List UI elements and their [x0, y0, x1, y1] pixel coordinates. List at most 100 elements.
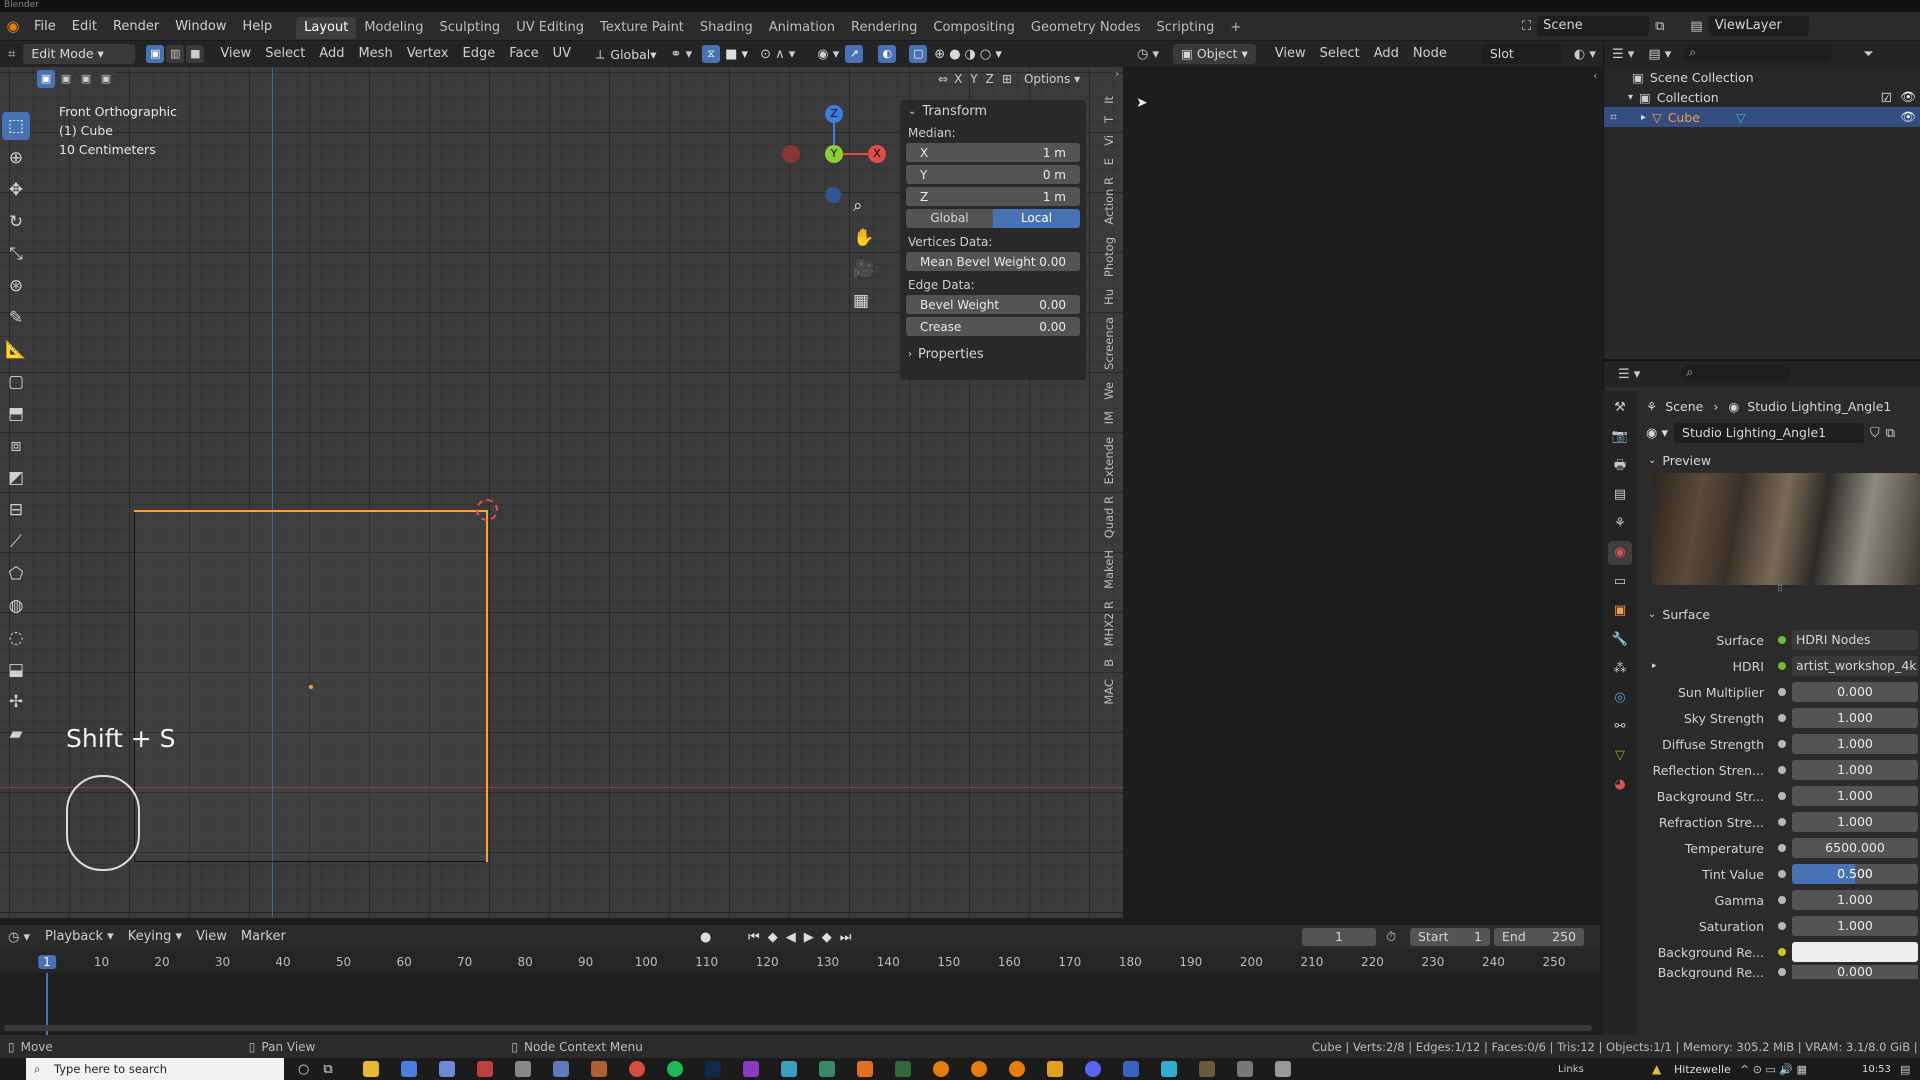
transform-panel-header[interactable]: ⌄ Transform [900, 100, 1086, 122]
pivot-icon[interactable]: ⚭ ▾ [671, 47, 693, 62]
app-icon[interactable] [856, 1061, 873, 1077]
node-menu-node[interactable]: Node [1406, 41, 1454, 67]
collection-props-icon[interactable]: ▭ [1608, 570, 1632, 594]
duplicate-icon[interactable]: ⧉ [1886, 426, 1895, 441]
sidetab-edit[interactable]: E [1102, 152, 1116, 171]
prop-value-field[interactable]: 0.000 [1792, 682, 1918, 702]
constraint-props-icon[interactable]: ⚯ [1608, 715, 1632, 739]
editor-type-icon[interactable]: ⌗ [0, 47, 23, 62]
visibility-icon[interactable]: ◉ ▾ [817, 47, 839, 62]
outliner-collection[interactable]: ▾ ▣ Collection ☑ 👁 [1604, 87, 1920, 107]
prop-value-field[interactable]: 1.000 [1792, 916, 1918, 936]
task-view-icon[interactable]: ⧉ [323, 1062, 332, 1077]
properties-editor-icon[interactable]: ☰ ▾ [1618, 367, 1640, 382]
timeline-scrollbar[interactable] [4, 1025, 1592, 1031]
sidetab-im[interactable]: IM [1102, 405, 1116, 430]
prop-value-field[interactable]: 1.000 [1792, 760, 1918, 780]
gizmo-toggle-icon[interactable]: ↗ [845, 45, 864, 63]
transform-tool-icon[interactable]: ⊛ [2, 272, 30, 300]
proportional-edit-icon[interactable]: ⊙ ∧ ▾ [760, 47, 795, 62]
record-icon[interactable]: ● [700, 930, 711, 945]
sidetab-photog[interactable]: Photog [1102, 231, 1116, 283]
gizmo-y-icon[interactable]: Y [825, 145, 843, 163]
app-icon[interactable] [742, 1061, 759, 1077]
material-props-icon[interactable]: ◕ [1608, 773, 1632, 797]
prop-value-field[interactable]: 1.000 [1792, 734, 1918, 754]
prop-value-field[interactable]: 1.000 [1792, 812, 1918, 832]
camera-icon[interactable]: 🎥 [853, 259, 874, 279]
knife-tool-icon[interactable]: ⟋ [2, 528, 30, 556]
outliner-scene-collection[interactable]: ▣ Scene Collection [1604, 67, 1920, 87]
filter-icon[interactable]: ⏷ [1863, 47, 1873, 62]
play-icon[interactable]: ▶ [804, 930, 814, 945]
mirror-icon[interactable]: ⇔ [938, 72, 948, 86]
modifier-props-icon[interactable]: 🔧 [1608, 628, 1632, 652]
select-subtract-icon[interactable]: ▣ [77, 70, 95, 88]
scale-tool-icon[interactable]: ⤡ [2, 240, 30, 268]
face-select-icon[interactable]: ■ [186, 45, 205, 63]
collapse-arrow-icon[interactable]: ‹ [1593, 69, 1597, 82]
shear-tool-icon[interactable]: ▰ [2, 720, 30, 748]
chevron-right-icon[interactable]: ▸ [1640, 661, 1664, 671]
vertex-select-icon[interactable]: ▣ [146, 45, 165, 63]
stopwatch-icon[interactable]: ⏱ [1386, 930, 1396, 945]
timeline-view-menu[interactable]: View [189, 924, 234, 950]
view-layer-selector[interactable]: ViewLayer [1708, 16, 1809, 36]
blender-logo-icon[interactable]: ◉ [0, 17, 26, 35]
sidetab-extended[interactable]: Extende [1102, 431, 1116, 490]
timeline-area[interactable]: 1 10 20 30 40 50 60 70 80 90 100 110 120 130 140 150 160… [0, 949, 1600, 1035]
auto-merge-icon[interactable]: ⊞ [1002, 72, 1012, 86]
add-workspace-icon[interactable]: + [1222, 17, 1249, 39]
prop-value-field[interactable]: 1.000 [1792, 786, 1918, 806]
marker-menu[interactable]: Marker [234, 924, 293, 950]
app-icon[interactable] [1274, 1061, 1291, 1077]
app-icon[interactable] [1198, 1061, 1215, 1077]
sidetab-quad[interactable]: Quad R [1102, 490, 1116, 544]
bevel-tool-icon[interactable]: ◩ [2, 464, 30, 492]
sidetab-tool[interactable]: T [1102, 110, 1116, 129]
tab-compositing[interactable]: Compositing [925, 17, 1023, 39]
smooth-tool-icon[interactable]: ◌ [2, 624, 30, 652]
crease-field[interactable]: Crease 0.00 [906, 317, 1080, 336]
prev-key-icon[interactable]: ◆ [768, 930, 778, 945]
world-name-field[interactable]: Studio Lighting_Angle1 [1674, 423, 1865, 443]
axis-x-toggle[interactable]: X [954, 72, 962, 86]
app-icon[interactable] [476, 1061, 493, 1077]
options-dropdown[interactable]: Options ▾ [1024, 72, 1080, 86]
discord-icon[interactable] [1084, 1061, 1101, 1077]
zoom-icon[interactable]: ⌕ [853, 196, 863, 216]
surface-shader-field[interactable]: HDRI Nodes [1792, 630, 1918, 650]
scene-props-icon[interactable]: ⚘ [1608, 512, 1632, 536]
global-toggle[interactable]: Global [906, 209, 993, 228]
sidetab-view[interactable]: Vi [1102, 129, 1116, 152]
chrome-icon[interactable] [628, 1061, 645, 1077]
tool-props-icon[interactable]: ⚒ [1608, 396, 1632, 420]
sidetab-screencast[interactable]: Screenca [1102, 311, 1116, 376]
blender-icon[interactable] [970, 1061, 987, 1077]
menu-help[interactable]: Help [235, 12, 281, 41]
outliner-search-input[interactable]: ⌕ [1683, 45, 1834, 63]
app-icon[interactable] [780, 1061, 797, 1077]
scene-selector[interactable]: Scene [1537, 16, 1650, 36]
median-y-field[interactable]: Y 0 m [906, 165, 1080, 184]
loop-cut-tool-icon[interactable]: ⊟ [2, 496, 30, 524]
preview-panel-header[interactable]: ⌄ Preview [1640, 447, 1920, 473]
app-icon[interactable] [590, 1061, 607, 1077]
add-cube-tool-icon[interactable]: ▢ [2, 368, 30, 396]
navigation-gizmo[interactable]: Z Y X [782, 105, 886, 203]
sidetab-item[interactable]: It [1102, 90, 1116, 110]
fake-user-icon[interactable]: ⛉ [1870, 426, 1880, 441]
render-props-icon[interactable]: 📷 [1608, 425, 1632, 449]
tab-uv-editing[interactable]: UV Editing [508, 17, 592, 39]
outliner-editor-icon[interactable]: ☰ ▾ [1612, 47, 1634, 62]
mode-selector[interactable]: Edit Mode ▾ [23, 44, 136, 64]
node-editor-canvas[interactable]: ➤ › ‹ [1115, 67, 1603, 918]
tray-app[interactable]: Hitzewelle [1674, 1063, 1731, 1076]
menu-render[interactable]: Render [105, 12, 167, 41]
calculator-icon[interactable] [438, 1061, 455, 1077]
menu-edit[interactable]: Edit [64, 12, 105, 41]
app-icon[interactable] [818, 1061, 835, 1077]
jump-end-icon[interactable]: ⏭ [840, 930, 852, 945]
world-props-icon[interactable]: ◉ [1608, 541, 1632, 565]
current-frame-field[interactable]: 1 [1302, 928, 1376, 946]
